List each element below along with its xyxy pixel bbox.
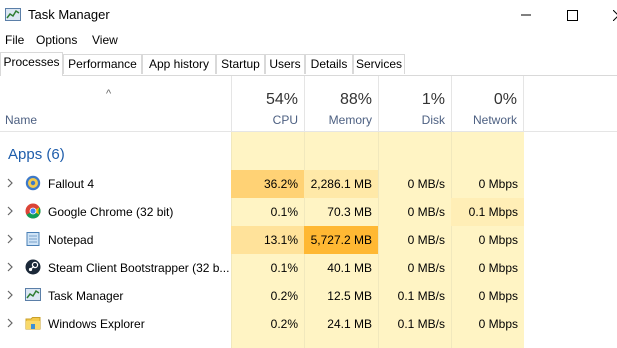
chevron-right-icon[interactable] (5, 261, 15, 273)
network-total: 0% (493, 91, 517, 108)
chrome-icon (25, 203, 41, 219)
column-header-disk[interactable]: 1% Disk (378, 76, 451, 132)
disk-total: 1% (421, 91, 445, 108)
menu-bar: File Options View (0, 30, 617, 50)
process-name: Task Manager (48, 289, 124, 303)
minimize-button[interactable] (503, 0, 549, 30)
chevron-right-icon[interactable] (5, 233, 15, 245)
tab-app-history[interactable]: App history (142, 54, 216, 74)
network-cell: 0 Mbps (478, 289, 518, 303)
disk-label: Disk (421, 113, 445, 127)
process-row[interactable]: Notepad 13.1% 5,727.2 MB 0 MB/s 0 Mbps (0, 226, 617, 254)
cpu-label: CPU (272, 113, 298, 127)
title-bar: Task Manager (0, 0, 617, 30)
steam-icon (25, 259, 41, 275)
column-header-network[interactable]: 0% Network (451, 76, 524, 132)
disk-cell: 0 MB/s (407, 261, 445, 275)
chevron-right-icon[interactable] (5, 205, 15, 217)
disk-cell: 0 MB/s (407, 205, 445, 219)
memory-cell: 40.1 MB (327, 261, 372, 275)
menu-view[interactable]: View (92, 33, 118, 47)
chevron-right-icon[interactable] (5, 317, 15, 329)
process-name: Fallout 4 (48, 177, 95, 191)
process-name: Notepad (48, 233, 94, 247)
process-name: Windows Explorer (48, 317, 145, 331)
tab-details[interactable]: Details (305, 54, 353, 74)
group-title-apps: Apps (6) (8, 146, 65, 163)
memory-cell: 70.3 MB (327, 205, 372, 219)
maximize-icon (566, 9, 578, 21)
tab-services[interactable]: Services (353, 54, 405, 74)
chevron-right-icon[interactable] (5, 289, 15, 301)
column-header-name[interactable]: Name (5, 113, 37, 127)
process-row[interactable]: Fallout 4 36.2% 2,286.1 MB 0 MB/s 0 Mbps (0, 170, 617, 198)
tab-performance[interactable]: Performance (63, 54, 142, 74)
folder-icon (25, 317, 41, 330)
process-name: Steam Client Bootstrapper (32 b... (48, 261, 230, 275)
cpu-cell: 13.1% (231, 226, 304, 254)
tab-startup[interactable]: Startup (216, 54, 265, 74)
disk-cell: 0 MB/s (407, 233, 445, 247)
sort-caret-icon[interactable]: ^ (106, 88, 111, 100)
cpu-cell: 0.2% (270, 317, 298, 331)
task-manager-icon (25, 288, 41, 301)
cpu-total: 54% (265, 91, 298, 108)
chevron-right-icon[interactable] (5, 177, 15, 189)
process-row[interactable]: Google Chrome (32 bit) 0.1% 70.3 MB 0 MB… (0, 198, 617, 226)
menu-file[interactable]: File (5, 33, 24, 47)
close-button[interactable] (595, 0, 617, 30)
cpu-cell: 0.1% (270, 205, 298, 219)
task-manager-icon (5, 8, 21, 21)
network-cell: 0.1 Mbps (451, 198, 524, 226)
network-cell: 0 Mbps (478, 317, 518, 331)
header-divider (0, 131, 617, 132)
process-name: Google Chrome (32 bit) (48, 205, 174, 219)
menu-options[interactable]: Options (36, 33, 77, 47)
memory-total: 88% (339, 91, 372, 108)
notepad-icon (26, 232, 40, 246)
close-icon (612, 9, 617, 21)
process-row[interactable]: Windows Explorer 0.2% 24.1 MB 0.1 MB/s 0… (0, 310, 617, 338)
process-row[interactable]: Steam Client Bootstrapper (32 b... 0.1% … (0, 254, 617, 282)
memory-cell: 2,286.1 MB (304, 170, 378, 198)
disk-cell: 0 MB/s (407, 177, 445, 191)
memory-cell: 5,727.2 MB (304, 226, 378, 254)
cpu-cell: 0.1% (270, 261, 298, 275)
cpu-cell: 36.2% (231, 170, 304, 198)
memory-label: Memory (328, 113, 372, 127)
memory-cell: 12.5 MB (327, 289, 372, 303)
tab-processes[interactable]: Processes (0, 52, 63, 76)
cpu-cell: 0.2% (270, 289, 298, 303)
tab-users[interactable]: Users (265, 54, 305, 74)
network-cell: 0 Mbps (478, 261, 518, 275)
network-cell: 0 Mbps (478, 233, 518, 247)
maximize-button[interactable] (549, 0, 595, 30)
disk-cell: 0.1 MB/s (397, 289, 445, 303)
disk-cell: 0.1 MB/s (397, 317, 445, 331)
fallout-icon (25, 175, 41, 191)
network-cell: 0 Mbps (478, 177, 518, 191)
column-header-cpu[interactable]: 54% CPU (231, 76, 304, 132)
memory-cell: 24.1 MB (327, 317, 372, 331)
process-row[interactable]: Task Manager 0.2% 12.5 MB 0.1 MB/s 0 Mbp… (0, 282, 617, 310)
window-title: Task Manager (28, 7, 110, 22)
tab-bar: Processes Performance App history Startu… (0, 52, 617, 76)
network-label: Network (472, 113, 517, 127)
minimize-icon (521, 14, 531, 16)
column-header-memory[interactable]: 88% Memory (304, 76, 378, 132)
